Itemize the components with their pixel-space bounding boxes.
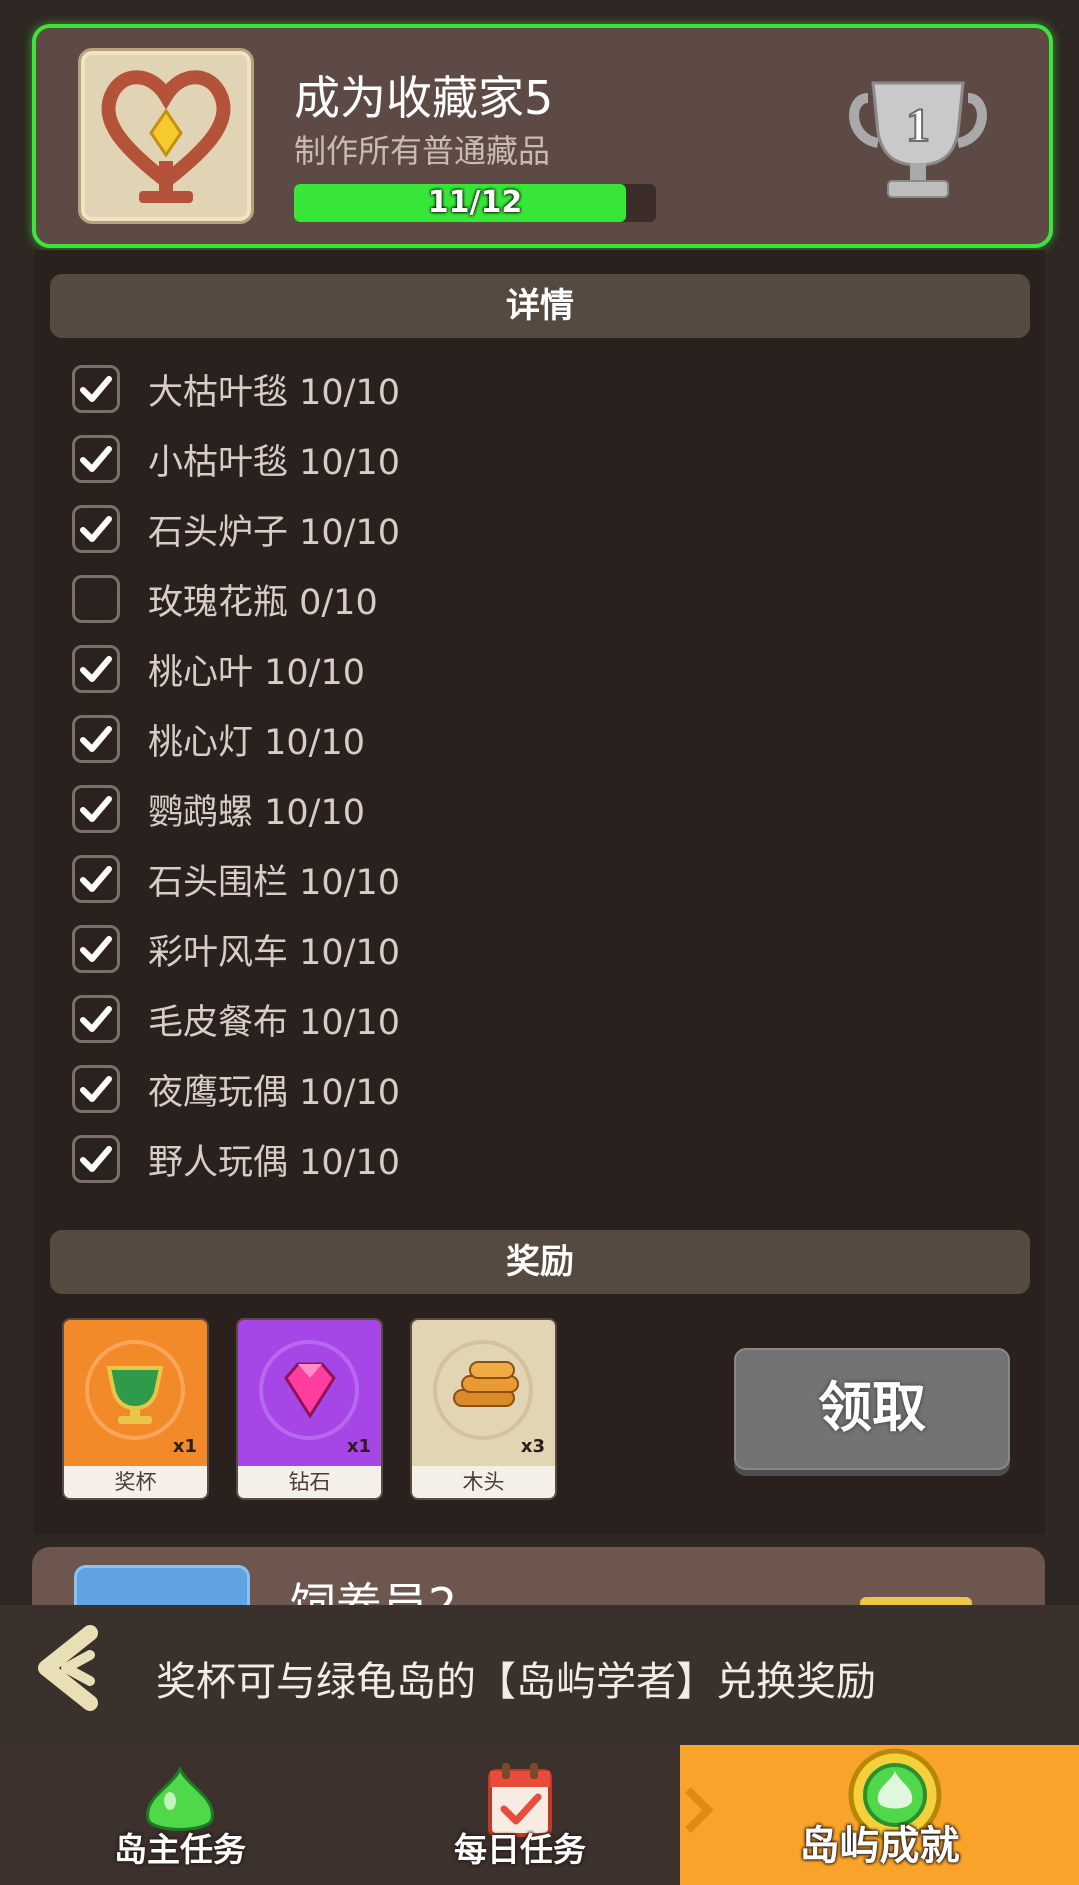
progress-text: 11/12 bbox=[427, 185, 523, 220]
hint-text: 奖杯可与绿龟岛的【岛屿学者】兑换奖励 bbox=[156, 1659, 876, 1705]
checkbox-checked bbox=[72, 785, 120, 833]
achievement-card[interactable]: 成为收藏家5 制作所有普通藏品 11/12 1 bbox=[32, 24, 1053, 248]
reward-item-diamond[interactable]: x1 钻石 bbox=[238, 1320, 381, 1498]
reward-item-wood[interactable]: x3 木头 bbox=[412, 1320, 555, 1498]
claim-button[interactable]: 领取 bbox=[734, 1348, 1010, 1470]
checkmark-icon bbox=[80, 446, 112, 472]
reward-qty: x3 bbox=[520, 1436, 545, 1457]
checkmark-icon bbox=[80, 656, 112, 682]
checkbox-checked bbox=[72, 1065, 120, 1113]
checklist-item: 桃心灯 10/10 bbox=[72, 712, 365, 766]
tab-island-master-tasks[interactable]: 岛主任务 bbox=[0, 1745, 360, 1885]
checklist-item-label: 夜鹰玩偶 10/10 bbox=[148, 1072, 400, 1113]
checklist-item-label: 桃心叶 10/10 bbox=[148, 652, 365, 693]
details-header: 详情 bbox=[50, 274, 1030, 338]
checklist-item-label: 毛皮餐布 10/10 bbox=[148, 1002, 400, 1043]
reward-name: 钻石 bbox=[238, 1466, 381, 1498]
checkbox-checked bbox=[72, 855, 120, 903]
checkmark-icon bbox=[80, 796, 112, 822]
tab-label: 每日任务 bbox=[454, 1830, 586, 1869]
checklist-item-label: 大枯叶毯 10/10 bbox=[148, 372, 400, 413]
checklist-item: 鹦鹉螺 10/10 bbox=[72, 782, 365, 836]
checkmark-icon bbox=[80, 726, 112, 752]
checklist-item-label: 鹦鹉螺 10/10 bbox=[148, 792, 365, 833]
checklist-item: 大枯叶毯 10/10 bbox=[72, 362, 400, 416]
achievement-progress-bar: 11/12 bbox=[294, 184, 656, 222]
checkbox-checked bbox=[72, 995, 120, 1043]
achievement-title: 成为收藏家5 bbox=[294, 71, 554, 125]
checkbox-checked bbox=[72, 1135, 120, 1183]
checklist-item-label: 石头围栏 10/10 bbox=[148, 862, 400, 903]
reward-qty: x1 bbox=[346, 1436, 371, 1457]
checkbox-checked bbox=[72, 505, 120, 553]
reward-qty: x1 bbox=[172, 1436, 197, 1457]
checklist-item-label: 野人玩偶 10/10 bbox=[148, 1142, 400, 1183]
checklist-item-label: 石头炉子 10/10 bbox=[148, 512, 400, 553]
checklist-item: 石头炉子 10/10 bbox=[72, 502, 400, 556]
checklist-item-label: 小枯叶毯 10/10 bbox=[148, 442, 400, 483]
checkmark-icon bbox=[80, 866, 112, 892]
reward-name: 木头 bbox=[412, 1466, 555, 1498]
checkbox-checked bbox=[72, 715, 120, 763]
details-panel: 详情 大枯叶毯 10/10 小枯叶毯 10/10 石头炉子 10/10 玫瑰花瓶 0/… bbox=[34, 250, 1045, 1535]
checklist-item-label: 桃心灯 10/10 bbox=[148, 722, 365, 763]
checklist-item: 小枯叶毯 10/10 bbox=[72, 432, 400, 486]
checkbox-checked bbox=[72, 435, 120, 483]
checkmark-icon bbox=[80, 376, 112, 402]
checklist-item: 毛皮餐布 10/10 bbox=[72, 992, 400, 1046]
tab-label: 岛主任务 bbox=[114, 1830, 246, 1869]
tab-daily-tasks[interactable]: 每日任务 bbox=[360, 1745, 680, 1885]
checklist-item: 石头围栏 10/10 bbox=[72, 852, 400, 906]
tab-label: 岛屿成就 bbox=[799, 1823, 960, 1869]
heart-gem-stand-icon bbox=[78, 48, 254, 224]
back-arrow-icon[interactable] bbox=[32, 1625, 104, 1711]
checkbox-checked bbox=[72, 925, 120, 973]
checklist-item: 桃心叶 10/10 bbox=[72, 642, 365, 696]
checklist-item: 野人玩偶 10/10 bbox=[72, 1132, 400, 1186]
checklist-item: 彩叶风车 10/10 bbox=[72, 922, 400, 976]
checklist-item: 玫瑰花瓶 0/10 bbox=[72, 572, 378, 626]
checklist-item-label: 彩叶风车 10/10 bbox=[148, 932, 400, 973]
silver-trophy-icon: 1 bbox=[848, 73, 988, 213]
checklist-item-label: 玫瑰花瓶 0/10 bbox=[148, 582, 378, 623]
reward-name: 奖杯 bbox=[64, 1466, 207, 1498]
checklist-item: 夜鹰玩偶 10/10 bbox=[72, 1062, 400, 1116]
checkmark-icon bbox=[80, 936, 112, 962]
checkbox-checked bbox=[72, 365, 120, 413]
hint-bar: 奖杯可与绿龟岛的【岛屿学者】兑换奖励 bbox=[0, 1605, 1079, 1745]
checkbox-checked bbox=[72, 645, 120, 693]
bottom-tab-bar: 岛主任务 每日任务 岛屿成就 bbox=[0, 1745, 1079, 1885]
rewards-header: 奖励 bbox=[50, 1230, 1030, 1294]
checkbox-unchecked bbox=[72, 575, 120, 623]
tab-island-achievements[interactable]: 岛屿成就 bbox=[680, 1745, 1079, 1885]
achievement-subtitle: 制作所有普通藏品 bbox=[294, 132, 551, 170]
trophy-rank: 1 bbox=[906, 99, 930, 152]
checkmark-icon bbox=[80, 1006, 112, 1032]
checkmark-icon bbox=[80, 516, 112, 542]
reward-item-trophy[interactable]: x1 奖杯 bbox=[64, 1320, 207, 1498]
checkmark-icon bbox=[80, 1146, 112, 1172]
checkmark-icon bbox=[80, 1076, 112, 1102]
